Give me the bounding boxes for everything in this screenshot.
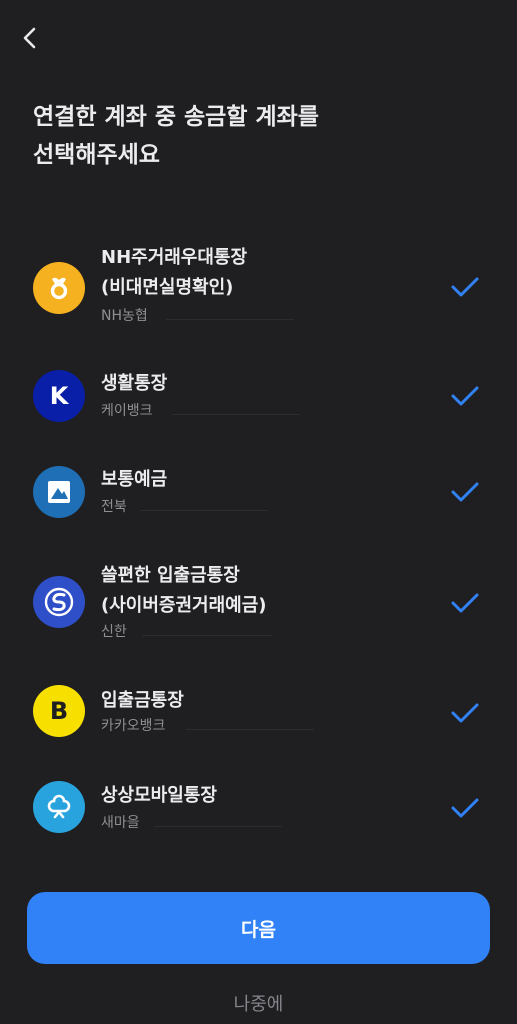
- check-icon[interactable]: [448, 590, 482, 616]
- bank-name: 전북: [101, 499, 127, 515]
- account-item[interactable]: 쓸편한 입출금통장 (사이버증권거래예금) 신한: [0, 558, 517, 648]
- back-button[interactable]: [20, 20, 60, 56]
- account-name: 상상모바일통장: [101, 781, 217, 811]
- account-name: 입출금통장: [101, 686, 184, 716]
- masked-account-number: [172, 414, 300, 415]
- check-icon[interactable]: [448, 383, 482, 409]
- account-name: 보통예금: [101, 465, 167, 495]
- account-name-line-1: 쓸편한 입출금통장: [101, 565, 240, 586]
- masked-account-number: [154, 826, 282, 827]
- account-item[interactable]: K 생활통장 케이뱅크: [0, 366, 517, 428]
- bank-name: 카카오뱅크: [101, 718, 166, 734]
- bank-name: 신한: [101, 624, 127, 640]
- account-item[interactable]: 보통예금 전북: [0, 462, 517, 524]
- shinhan-logo-icon: [33, 576, 85, 628]
- mg-logo-icon: [33, 781, 85, 833]
- account-name: NH주거래우대통장 (비대면실명확인): [101, 243, 247, 303]
- account-item[interactable]: NH주거래우대통장 (비대면실명확인) NH농협: [0, 240, 517, 330]
- jb-bank-logo-icon: [33, 466, 85, 518]
- next-button[interactable]: 다음: [27, 892, 490, 964]
- bank-name: 케이뱅크: [101, 403, 153, 419]
- account-name-line-1: 상상모바일통장: [101, 785, 217, 806]
- masked-account-number: [142, 635, 272, 636]
- account-name-line-1: 입출금통장: [101, 690, 184, 711]
- account-name: 생활통장: [101, 369, 167, 399]
- masked-account-number: [186, 729, 314, 730]
- kakaobank-logo-icon: B: [33, 685, 85, 737]
- account-name-line-1: NH주거래우대통장: [101, 247, 248, 268]
- kbank-logo-icon: K: [33, 370, 85, 422]
- later-link[interactable]: 나중에: [0, 992, 517, 1018]
- check-icon[interactable]: [448, 795, 482, 821]
- page-title: 연결한 계좌 중 송금할 계좌를 선택해주세요: [33, 98, 493, 174]
- chevron-left-icon: [23, 27, 36, 49]
- bank-name: 새마을: [101, 815, 140, 831]
- page-title-line-1: 연결한 계좌 중 송금할 계좌를: [33, 104, 319, 130]
- check-icon[interactable]: [448, 700, 482, 726]
- account-name-line-1: 생활통장: [101, 373, 168, 394]
- logo-letter: B: [49, 697, 69, 725]
- check-icon[interactable]: [448, 274, 482, 300]
- check-icon[interactable]: [448, 479, 482, 505]
- bank-name: NH농협: [101, 308, 148, 324]
- account-name: 쓸편한 입출금통장 (사이버증권거래예금): [101, 561, 267, 621]
- masked-account-number: [140, 510, 268, 511]
- account-name-line-2: (사이버증권거래예금): [101, 595, 267, 616]
- logo-letter: K: [49, 382, 69, 410]
- next-button-label: 다음: [241, 919, 276, 941]
- account-item[interactable]: 상상모바일통장 새마을: [0, 778, 517, 840]
- account-name-line-1: 보통예금: [101, 469, 168, 490]
- account-name-line-2: (비대면실명확인): [101, 277, 234, 298]
- nh-bank-logo-icon: [33, 262, 85, 314]
- account-item[interactable]: B 입출금통장 카카오뱅크: [0, 683, 517, 745]
- page-title-line-2: 선택해주세요: [33, 142, 160, 168]
- masked-account-number: [166, 319, 294, 320]
